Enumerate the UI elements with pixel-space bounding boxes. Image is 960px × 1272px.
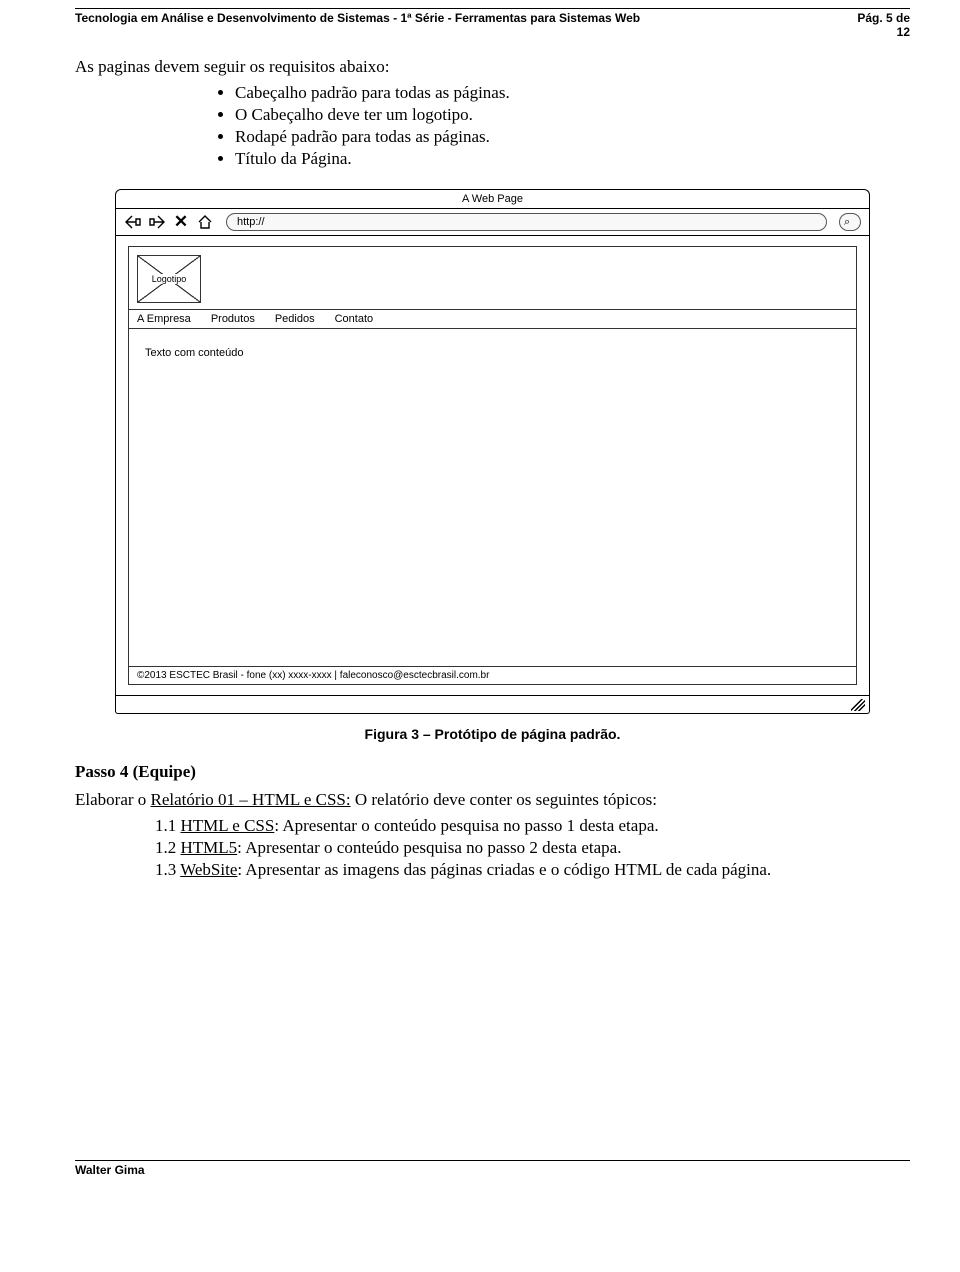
- wireframe-mockup: A Web Page ✕ http:// ⌕ Logotipo A Empres…: [115, 189, 870, 714]
- nav-item[interactable]: A Empresa: [137, 313, 191, 325]
- stop-icon[interactable]: ✕: [172, 213, 190, 231]
- forward-arrow-icon[interactable]: [148, 213, 166, 231]
- nav-item[interactable]: Produtos: [211, 313, 255, 325]
- sub-item: 1.3 WebSite: Apresentar as imagens das p…: [155, 860, 910, 880]
- page-header: Tecnologia em Análise e Desenvolvimento …: [75, 8, 910, 39]
- passo-heading: Passo 4 (Equipe): [75, 762, 910, 782]
- wireframe-titlebar: A Web Page: [115, 189, 870, 208]
- passo-intro: Elaborar o Relatório 01 – HTML e CSS: O …: [75, 790, 910, 810]
- intro-text: As paginas devem seguir os requisitos ab…: [75, 57, 910, 77]
- list-item: Rodapé padrão para todas as páginas.: [235, 127, 910, 147]
- nav-item[interactable]: Contato: [335, 313, 374, 325]
- logo-label: Logotipo: [150, 274, 189, 284]
- requirements-list: Cabeçalho padrão para todas as páginas. …: [75, 83, 910, 169]
- wireframe-page-area: Logotipo A Empresa Produtos Pedidos Cont…: [128, 246, 857, 685]
- sub-item: 1.2 HTML5: Apresentar o conteúdo pesquis…: [155, 838, 910, 858]
- header-right: Pág. 5 de 12: [857, 11, 910, 39]
- wireframe-content-text: Texto com conteúdo: [145, 347, 243, 359]
- wireframe-body: Logotipo A Empresa Produtos Pedidos Cont…: [115, 236, 870, 696]
- logo-placeholder: Logotipo: [137, 255, 201, 303]
- search-input[interactable]: ⌕: [839, 213, 861, 231]
- wireframe-nav: A Empresa Produtos Pedidos Contato: [129, 309, 856, 329]
- wireframe-toolbar: ✕ http:// ⌕: [115, 208, 870, 236]
- list-item: O Cabeçalho deve ter um logotipo.: [235, 105, 910, 125]
- relatorio-link: Relatório 01 – HTML e CSS:: [151, 790, 351, 809]
- wireframe-footer: ©2013 ESCTEC Brasil - fone (xx) xxxx-xxx…: [129, 666, 856, 684]
- url-input[interactable]: http://: [226, 213, 827, 231]
- home-icon[interactable]: [196, 213, 214, 231]
- nav-item[interactable]: Pedidos: [275, 313, 315, 325]
- wireframe-statusbar: [115, 696, 870, 714]
- figure-caption: Figura 3 – Protótipo de página padrão.: [75, 726, 910, 742]
- page-footer: Walter Gima: [75, 1160, 910, 1177]
- header-left: Tecnologia em Análise e Desenvolvimento …: [75, 11, 640, 25]
- list-item: Título da Página.: [235, 149, 910, 169]
- sub-item: 1.1 HTML e CSS: Apresentar o conteúdo pe…: [155, 816, 910, 836]
- resize-handle-icon[interactable]: [851, 699, 865, 711]
- list-item: Cabeçalho padrão para todas as páginas.: [235, 83, 910, 103]
- sub-list: 1.1 HTML e CSS: Apresentar o conteúdo pe…: [75, 816, 910, 880]
- back-arrow-icon[interactable]: [124, 213, 142, 231]
